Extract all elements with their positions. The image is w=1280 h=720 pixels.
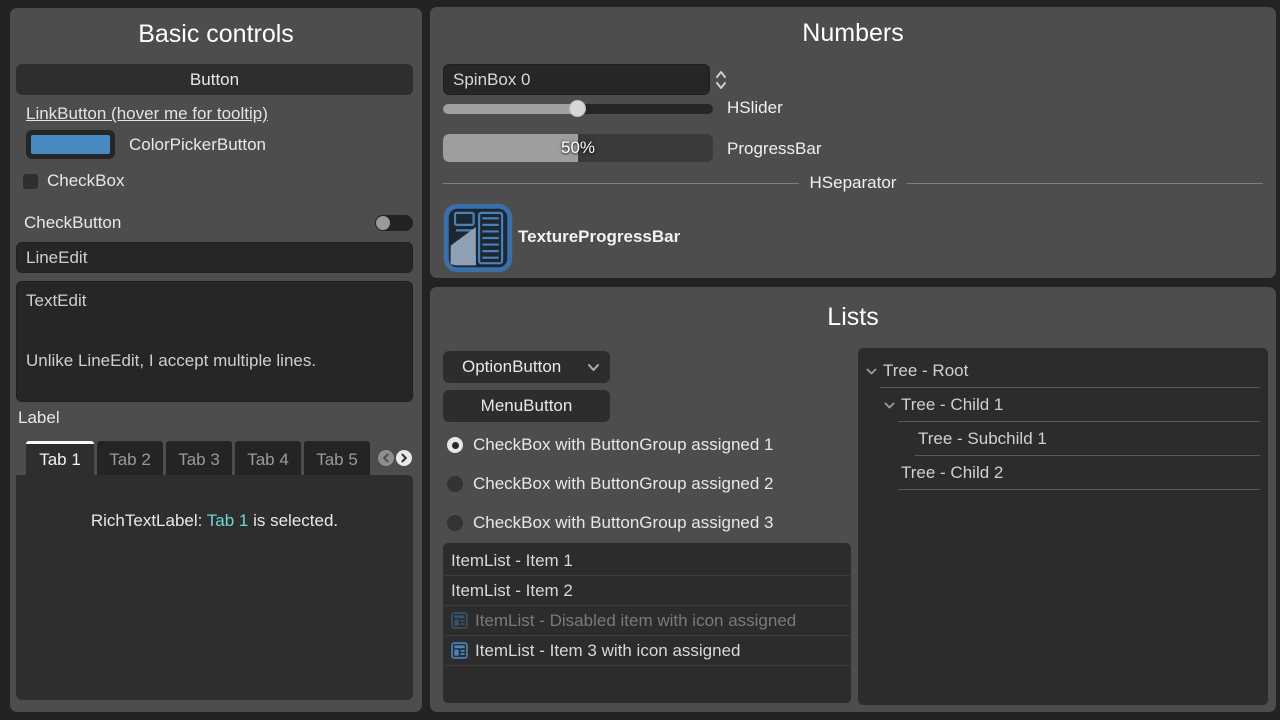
tab-bar: Tab 1 Tab 2 Tab 3 Tab 4 Tab 5	[26, 441, 370, 475]
list-item-label: ItemList - Item 3 with icon assigned	[475, 641, 741, 661]
link-button[interactable]: LinkButton (hover me for tooltip)	[26, 104, 268, 124]
tree-item-root[interactable]: Tree - Root	[880, 354, 1260, 388]
list-item-icon	[451, 642, 468, 659]
richtext-prefix: RichTextLabel:	[91, 511, 207, 530]
spinbox-updown-icon[interactable]	[714, 67, 728, 93]
tab-4[interactable]: Tab 4	[235, 441, 301, 475]
richtext-highlight: Tab 1	[207, 511, 249, 530]
menu-button[interactable]: MenuButton	[443, 390, 610, 422]
toggle-switch[interactable]	[375, 215, 413, 231]
basic-controls-panel: Basic controls Button LinkButton (hover …	[10, 8, 422, 712]
list-item-label: ItemList - Disabled item with icon assig…	[475, 611, 796, 631]
progressbar-value: 50%	[443, 134, 713, 162]
radio-icon	[447, 476, 463, 492]
radio-label: CheckBox with ButtonGroup assigned 1	[473, 435, 774, 455]
list-item[interactable]: ItemList - Item 2	[444, 576, 850, 606]
hseparator-line-right	[907, 183, 1263, 184]
tree-item-subchild-1[interactable]: Tree - Subchild 1	[915, 422, 1260, 456]
tab-1[interactable]: Tab 1	[26, 441, 94, 475]
tree-item-child-2[interactable]: Tree - Child 2	[898, 456, 1260, 490]
hslider-fill	[443, 104, 578, 114]
checkbox-icon	[23, 174, 38, 189]
hslider-grabber[interactable]	[569, 100, 586, 117]
option-button[interactable]: OptionButton	[443, 351, 610, 383]
radio-buttongroup-1[interactable]: CheckBox with ButtonGroup assigned 1	[447, 436, 774, 454]
list-item[interactable]: ItemList - Item 1	[444, 546, 850, 576]
radio-buttongroup-2[interactable]: CheckBox with ButtonGroup assigned 2	[447, 475, 774, 493]
progressbar-label: ProgressBar	[727, 139, 821, 159]
numbers-panel: Numbers SpinBox 0 HSlider 50% ProgressBa…	[430, 7, 1276, 278]
color-picker-row: ColorPickerButton	[26, 130, 266, 159]
hseparator: HSeparator	[443, 171, 1263, 195]
tab-scroll-left-icon[interactable]	[378, 450, 394, 466]
lists-panel: Lists OptionButton MenuButton CheckBox w…	[430, 287, 1276, 712]
radio-icon	[447, 437, 463, 453]
check-button-label: CheckButton	[24, 213, 121, 233]
text-edit-line2: Unlike LineEdit, I accept multiple lines…	[26, 351, 316, 371]
tree-view: Tree - Root Tree - Child 1 Tree - Subchi…	[858, 348, 1268, 705]
tree-item-label: Tree - Root	[883, 361, 968, 381]
list-item[interactable]: ItemList - Item 3 with icon assigned	[444, 636, 850, 666]
label: Label	[18, 408, 60, 428]
tab-3[interactable]: Tab 3	[166, 441, 232, 475]
rich-text-label: RichTextLabel: Tab 1 is selected.	[16, 511, 413, 531]
menu-button-label: MenuButton	[481, 396, 573, 416]
hslider[interactable]	[443, 97, 713, 121]
color-picker-button[interactable]	[26, 130, 115, 159]
radio-icon	[447, 515, 463, 531]
hslider-label: HSlider	[727, 98, 783, 118]
text-edit-line1: TextEdit	[26, 291, 86, 311]
tree-collapse-icon[interactable]	[866, 368, 877, 375]
tree-item-label: Tree - Child 2	[901, 463, 1003, 483]
checkbox-row[interactable]: CheckBox	[23, 171, 124, 191]
tree-collapse-icon[interactable]	[884, 402, 895, 409]
panel-title: Basic controls	[10, 20, 422, 49]
tree-item-label: Tree - Subchild 1	[918, 429, 1047, 449]
texture-progress-bar-icon	[443, 203, 513, 273]
option-button-label: OptionButton	[462, 357, 561, 377]
hseparator-label: HSeparator	[810, 173, 897, 193]
color-picker-label: ColorPickerButton	[129, 135, 266, 155]
list-item-label: ItemList - Item 1	[451, 551, 573, 571]
richtext-suffix: is selected.	[248, 511, 338, 530]
panel-title: Lists	[430, 303, 1276, 332]
tab-scroll-right-icon[interactable]	[396, 450, 412, 466]
tab-content-panel: RichTextLabel: Tab 1 is selected.	[16, 475, 413, 700]
list-item-label: ItemList - Item 2	[451, 581, 573, 601]
line-edit-value: LineEdit	[26, 248, 87, 268]
tab-5[interactable]: Tab 5	[304, 441, 370, 475]
text-edit-input[interactable]: TextEdit Unlike LineEdit, I accept multi…	[16, 281, 413, 402]
color-swatch	[31, 135, 110, 154]
tab-2[interactable]: Tab 2	[97, 441, 163, 475]
toggle-knob-icon	[376, 216, 390, 230]
button[interactable]: Button	[16, 64, 413, 95]
line-edit-input[interactable]: LineEdit	[16, 242, 413, 273]
checkbox-label: CheckBox	[47, 171, 124, 191]
spinbox-input[interactable]: SpinBox 0	[443, 64, 710, 95]
tree-item-child-1[interactable]: Tree - Child 1	[898, 388, 1260, 422]
texture-progress-label: TextureProgressBar	[518, 227, 680, 247]
tree-item-label: Tree - Child 1	[901, 395, 1003, 415]
chevron-down-icon	[587, 363, 600, 372]
radio-label: CheckBox with ButtonGroup assigned 3	[473, 513, 774, 533]
list-item-icon	[451, 612, 468, 629]
radio-buttongroup-3[interactable]: CheckBox with ButtonGroup assigned 3	[447, 514, 774, 532]
radio-label: CheckBox with ButtonGroup assigned 2	[473, 474, 774, 494]
spinbox-value: SpinBox 0	[453, 70, 531, 90]
list-item[interactable]: ItemList - Disabled item with icon assig…	[444, 606, 850, 636]
progress-bar: 50%	[443, 134, 713, 162]
item-list: ItemList - Item 1 ItemList - Item 2 Item…	[443, 543, 851, 703]
check-button-row[interactable]: CheckButton	[24, 210, 413, 236]
hseparator-line-left	[443, 183, 799, 184]
panel-title: Numbers	[430, 19, 1276, 48]
